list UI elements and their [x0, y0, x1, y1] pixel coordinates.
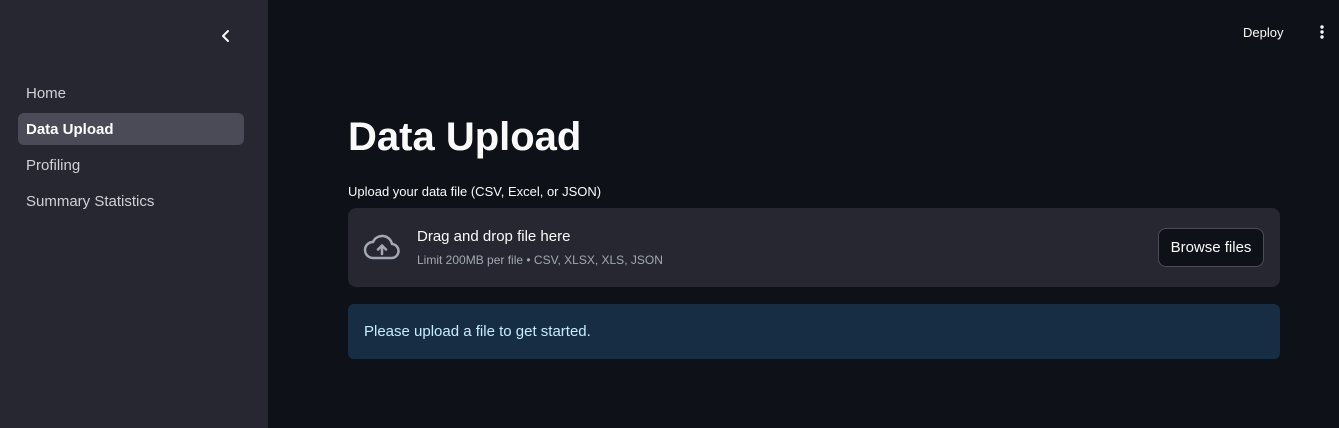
cloud-upload-icon	[363, 234, 400, 260]
main-content: Data Upload Upload your data file (CSV, …	[348, 112, 1280, 359]
sidebar-item-label: Data Upload	[26, 120, 114, 138]
page-title: Data Upload	[348, 115, 582, 159]
sidebar-item-home[interactable]: Home	[18, 77, 244, 109]
file-uploader-label: Upload your data file (CSV, Excel, or JS…	[348, 184, 602, 199]
deploy-label: Deploy	[1243, 24, 1284, 40]
sidebar-item-data-upload[interactable]: Data Upload	[18, 113, 244, 145]
main-menu-button[interactable]	[1314, 22, 1330, 42]
sidebar-item-label: Profiling	[26, 156, 81, 174]
main-area: Deploy Data Upload Upload your data file…	[268, 0, 1339, 428]
dropzone-title: Drag and drop file here	[417, 228, 571, 245]
vertical-dots-icon	[1320, 25, 1324, 39]
sidebar-item-profiling[interactable]: Profiling	[18, 149, 244, 181]
info-message: Please upload a file to get started.	[364, 323, 591, 340]
deploy-button[interactable]: Deploy	[1243, 22, 1283, 42]
dropzone-text: Drag and drop file here Limit 200MB per …	[417, 228, 663, 267]
collapse-sidebar-button[interactable]	[212, 22, 240, 50]
info-alert: Please upload a file to get started.	[348, 304, 1280, 359]
chevron-left-icon	[222, 30, 229, 42]
file-dropzone[interactable]: Drag and drop file here Limit 200MB per …	[348, 208, 1280, 287]
sidebar: Home Data Upload Profiling Summary Stati…	[0, 0, 268, 428]
sidebar-item-label: Home	[26, 84, 67, 102]
sidebar-nav: Home Data Upload Profiling Summary Stati…	[18, 77, 244, 221]
sidebar-item-label: Summary Statistics	[26, 192, 155, 210]
browse-files-button[interactable]: Browse files	[1158, 228, 1264, 267]
app: Home Data Upload Profiling Summary Stati…	[0, 0, 1339, 428]
dropzone-limit: Limit 200MB per file • CSV, XLSX, XLS, J…	[417, 253, 663, 267]
sidebar-item-summary-statistics[interactable]: Summary Statistics	[18, 185, 244, 217]
